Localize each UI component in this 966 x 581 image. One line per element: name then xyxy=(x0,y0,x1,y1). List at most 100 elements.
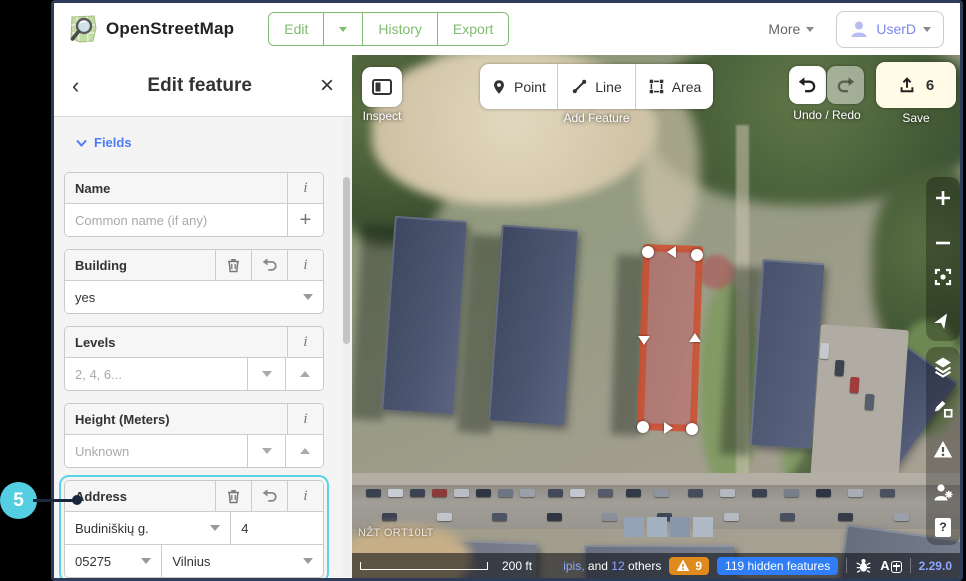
screenshot-root: OpenStreetMap Edit History Export More xyxy=(0,0,966,581)
increment-button[interactable] xyxy=(285,435,323,467)
field-address-header: Address xyxy=(65,481,323,511)
top-navbar: OpenStreetMap Edit History Export More xyxy=(54,3,960,55)
issues-count-badge[interactable]: 9 xyxy=(669,557,709,575)
decrement-button[interactable] xyxy=(247,435,285,467)
midpoint-marker[interactable] xyxy=(689,333,701,342)
map-car xyxy=(626,489,641,497)
vertex-marker[interactable] xyxy=(637,421,649,433)
field-levels: Levels i xyxy=(64,326,324,391)
user-menu-button[interactable]: UserD xyxy=(836,11,944,48)
name-input[interactable] xyxy=(65,204,287,236)
zoom-in-button[interactable] xyxy=(932,187,954,209)
add-area-button[interactable]: Area xyxy=(635,64,713,109)
navigation-arrow-icon xyxy=(934,311,952,329)
chevron-down-icon[interactable] xyxy=(303,294,313,300)
height-input[interactable] xyxy=(65,435,247,467)
street-combobox[interactable] xyxy=(65,512,210,544)
info-button[interactable]: i xyxy=(287,404,323,434)
chevron-down-icon[interactable] xyxy=(210,525,220,531)
status-bar: 200 ft ipis, and 12 others xyxy=(352,553,960,578)
info-button[interactable]: i xyxy=(287,250,323,280)
osm-logo-brand[interactable]: OpenStreetMap xyxy=(68,14,234,44)
map-car xyxy=(520,489,535,497)
geolocate-button[interactable] xyxy=(932,309,954,331)
layers-icon xyxy=(933,356,953,378)
midpoint-marker[interactable] xyxy=(664,422,673,434)
topbar-right: More UserD xyxy=(768,11,944,48)
vertex-marker[interactable] xyxy=(642,246,654,258)
save-button[interactable]: 6 xyxy=(876,62,956,108)
field-levels-header: Levels i xyxy=(65,327,323,357)
map-car xyxy=(720,489,735,497)
increment-button[interactable] xyxy=(285,358,323,390)
trash-icon xyxy=(226,488,241,504)
back-button[interactable]: ‹ xyxy=(72,75,79,97)
undo-icon xyxy=(262,257,278,273)
decrement-button[interactable] xyxy=(247,358,285,390)
hidden-features-badge[interactable]: 119 hidden features xyxy=(717,557,838,575)
map-car xyxy=(838,513,853,521)
background-settings-button[interactable] xyxy=(932,356,954,378)
vertex-marker[interactable] xyxy=(686,423,698,435)
chevron-down-icon[interactable] xyxy=(303,558,313,564)
contributor-count[interactable]: 12 xyxy=(611,559,624,573)
sidebar-scrollbar-thumb[interactable] xyxy=(343,177,350,344)
edit-button[interactable]: Edit xyxy=(269,13,323,45)
map-patio-tile xyxy=(624,517,644,537)
add-point-button[interactable]: Point xyxy=(480,64,557,109)
revert-field-button[interactable] xyxy=(251,481,287,511)
map-canvas[interactable]: Inspect Point xyxy=(352,55,960,578)
revert-field-button[interactable] xyxy=(251,250,287,280)
osm-logo-icon xyxy=(68,14,98,44)
contributors-text: ipis, and 12 others xyxy=(563,559,661,573)
inspect-button[interactable] xyxy=(362,67,402,107)
map-building[interactable] xyxy=(381,216,466,415)
info-button[interactable]: i xyxy=(287,327,323,357)
report-bug-button[interactable] xyxy=(855,557,872,574)
history-button[interactable]: History xyxy=(362,13,437,45)
close-button[interactable]: × xyxy=(320,74,334,98)
translate-icon[interactable]: A xyxy=(880,558,901,573)
window-content: ‹ Edit feature × Fields Name xyxy=(54,55,960,578)
info-button[interactable]: i xyxy=(287,481,323,511)
delete-field-button[interactable] xyxy=(215,481,251,511)
version-label[interactable]: 2.29.0 xyxy=(919,559,952,573)
edit-menu-caret[interactable] xyxy=(323,13,362,45)
midpoint-marker[interactable] xyxy=(667,246,676,258)
map-car xyxy=(894,513,909,521)
edit-feature-panel: ‹ Edit feature × Fields Name xyxy=(54,55,352,578)
issues-button[interactable] xyxy=(932,438,954,460)
preferences-button[interactable] xyxy=(932,481,954,503)
area-icon xyxy=(648,78,665,95)
add-feature-group: Point Line xyxy=(480,64,713,109)
city-combobox[interactable] xyxy=(162,545,303,577)
delete-field-button[interactable] xyxy=(215,250,251,280)
levels-input[interactable] xyxy=(65,358,247,390)
add-field-button[interactable]: + xyxy=(287,204,323,236)
map-building[interactable] xyxy=(750,259,825,449)
more-menu-button[interactable]: More xyxy=(768,21,814,37)
city-cell xyxy=(161,545,323,577)
map-building[interactable] xyxy=(488,225,577,426)
map-data-button[interactable] xyxy=(932,397,954,419)
add-line-button[interactable]: Line xyxy=(557,64,635,109)
undo-button[interactable] xyxy=(789,66,826,104)
zoom-to-selection-button[interactable] xyxy=(932,266,954,288)
warning-icon xyxy=(933,440,953,459)
help-button[interactable]: ? xyxy=(932,516,954,538)
upload-icon xyxy=(898,76,916,94)
housenumber-input[interactable] xyxy=(231,512,323,544)
frame-icon xyxy=(933,267,953,287)
vertex-marker[interactable] xyxy=(691,249,703,261)
chevron-down-icon[interactable] xyxy=(141,558,151,564)
contributor-link[interactable]: ipis, xyxy=(563,559,584,573)
info-button[interactable]: i xyxy=(287,173,323,203)
building-combobox[interactable] xyxy=(65,281,303,313)
fields-disclosure[interactable]: Fields xyxy=(76,135,324,150)
export-button[interactable]: Export xyxy=(437,13,508,45)
redo-button[interactable] xyxy=(827,66,864,104)
midpoint-marker[interactable] xyxy=(638,336,650,345)
field-label: Building xyxy=(65,250,215,280)
zoom-out-button[interactable] xyxy=(932,232,954,254)
postcode-combobox[interactable] xyxy=(65,545,141,577)
